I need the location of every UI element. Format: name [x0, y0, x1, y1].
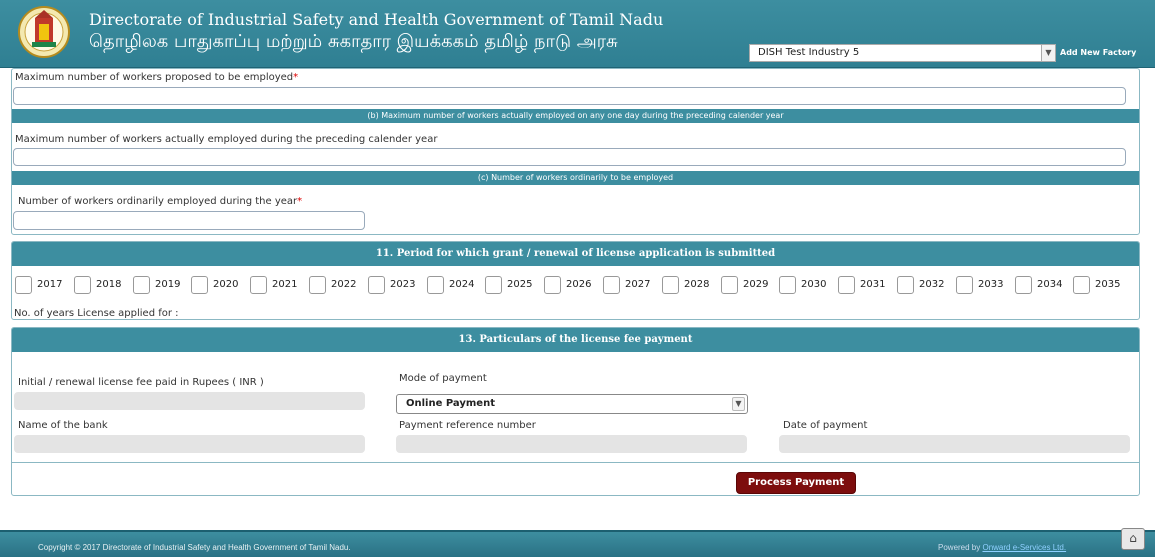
year-option-2029[interactable]: 2029 — [721, 275, 777, 295]
year-option-2033[interactable]: 2033 — [956, 275, 1012, 295]
payment-mode-select[interactable]: Online Payment ▼ — [396, 394, 748, 414]
year-option-2027[interactable]: 2027 — [603, 275, 659, 295]
year-checkbox[interactable] — [74, 276, 91, 294]
year-checkbox[interactable] — [133, 276, 150, 294]
year-checkbox[interactable] — [250, 276, 267, 294]
year-label: 2029 — [743, 279, 769, 290]
max-proposed-label: Maximum number of workers proposed to be… — [15, 72, 299, 83]
year-checkbox[interactable] — [779, 276, 796, 294]
years-applied-label: No. of years License applied for : — [14, 308, 179, 319]
factory-select[interactable]: DISH Test Industry 5 ▼ — [749, 44, 1056, 62]
year-checkbox[interactable] — [838, 276, 855, 294]
ordinary-workers-input[interactable] — [13, 211, 365, 230]
fee-input[interactable] — [14, 392, 365, 410]
copyright-text: Copyright © 2017 Directorate of Industri… — [38, 543, 351, 552]
year-option-2018[interactable]: 2018 — [74, 275, 130, 295]
year-option-2023[interactable]: 2023 — [368, 275, 424, 295]
bank-label: Name of the bank — [18, 420, 108, 431]
year-checkbox[interactable] — [956, 276, 973, 294]
footer-bar: Copyright © 2017 Directorate of Industri… — [0, 530, 1155, 557]
reference-label: Payment reference number — [399, 420, 536, 431]
year-option-2032[interactable]: 2032 — [897, 275, 953, 295]
add-new-factory-link[interactable]: Add New Factory — [1060, 48, 1136, 57]
ordinary-workers-label: Number of workers ordinarily employed du… — [18, 196, 303, 207]
year-checkbox[interactable] — [309, 276, 326, 294]
payment-panel: 13. Particulars of the license fee payme… — [11, 327, 1140, 496]
onward-link[interactable]: Onward e-Services Ltd. — [982, 543, 1066, 552]
year-option-2024[interactable]: 2024 — [427, 275, 483, 295]
date-label: Date of payment — [783, 420, 868, 431]
year-label: 2025 — [507, 279, 533, 290]
year-label: 2017 — [37, 279, 63, 290]
chevron-down-icon[interactable]: ▼ — [732, 397, 745, 411]
year-label: 2023 — [390, 279, 416, 290]
year-option-2030[interactable]: 2030 — [779, 275, 835, 295]
year-label: 2024 — [449, 279, 475, 290]
workers-panel: Maximum number of workers proposed to be… — [11, 68, 1140, 235]
max-actual-input[interactable] — [13, 148, 1126, 166]
year-label: 2034 — [1037, 279, 1063, 290]
year-option-2019[interactable]: 2019 — [133, 275, 189, 295]
year-checkbox[interactable] — [544, 276, 561, 294]
year-option-2035[interactable]: 2035 — [1073, 275, 1129, 295]
divider — [12, 462, 1139, 463]
tamil-nadu-emblem-logo — [18, 6, 70, 58]
year-checkbox[interactable] — [897, 276, 914, 294]
year-label: 2022 — [331, 279, 357, 290]
year-label: 2028 — [684, 279, 710, 290]
year-label: 2030 — [801, 279, 827, 290]
powered-by-prefix: Powered by — [938, 543, 981, 552]
date-input[interactable] — [779, 435, 1130, 453]
year-checkbox[interactable] — [15, 276, 32, 294]
header-bar: Directorate of Industrial Safety and Hea… — [0, 0, 1155, 68]
header-title-english: Directorate of Industrial Safety and Hea… — [89, 10, 664, 29]
year-option-2021[interactable]: 2021 — [250, 275, 306, 295]
fee-label: Initial / renewal license fee paid in Ru… — [18, 377, 264, 388]
year-label: 2026 — [566, 279, 592, 290]
year-label: 2021 — [272, 279, 298, 290]
year-label: 2032 — [919, 279, 945, 290]
year-checkbox[interactable] — [721, 276, 738, 294]
reference-input[interactable] — [396, 435, 747, 453]
payment-heading: 13. Particulars of the license fee payme… — [12, 328, 1139, 352]
year-label: 2019 — [155, 279, 181, 290]
year-checkbox[interactable] — [368, 276, 385, 294]
year-option-2022[interactable]: 2022 — [309, 275, 365, 295]
year-label: 2035 — [1095, 279, 1121, 290]
factory-select-value: DISH Test Industry 5 — [758, 47, 860, 58]
period-heading: 11. Period for which grant / renewal of … — [12, 242, 1139, 266]
year-option-2034[interactable]: 2034 — [1015, 275, 1071, 295]
process-payment-button[interactable]: Process Payment — [736, 472, 856, 494]
year-checkbox[interactable] — [1073, 276, 1090, 294]
year-option-2028[interactable]: 2028 — [662, 275, 718, 295]
year-option-2025[interactable]: 2025 — [485, 275, 541, 295]
year-option-2026[interactable]: 2026 — [544, 275, 600, 295]
max-actual-label: Maximum number of workers actually emplo… — [15, 134, 438, 145]
payment-mode-value: Online Payment — [406, 398, 495, 409]
subheading-c: (c) Number of workers ordinarily to be e… — [12, 171, 1139, 185]
scroll-to-top-icon[interactable]: ⌂ — [1121, 528, 1145, 550]
year-option-2031[interactable]: 2031 — [838, 275, 894, 295]
year-checkbox[interactable] — [427, 276, 444, 294]
max-proposed-input[interactable] — [13, 87, 1126, 105]
bank-input[interactable] — [14, 435, 365, 453]
year-checkbox[interactable] — [1015, 276, 1032, 294]
year-label: 2020 — [213, 279, 239, 290]
year-checkbox[interactable] — [485, 276, 502, 294]
header-title-tamil: தொழிலக பாதுகாப்பு மற்றும் சுகாதார இயக்கக… — [89, 31, 618, 52]
year-label: 2033 — [978, 279, 1004, 290]
powered-by: Powered by Onward e-Services Ltd. — [938, 543, 1066, 552]
year-checkbox[interactable] — [603, 276, 620, 294]
year-option-2017[interactable]: 2017 — [15, 275, 71, 295]
year-label: 2018 — [96, 279, 122, 290]
subheading-b: (b) Maximum number of workers actually e… — [12, 109, 1139, 123]
year-checkbox[interactable] — [662, 276, 679, 294]
year-checkbox[interactable] — [191, 276, 208, 294]
year-label: 2031 — [860, 279, 886, 290]
mode-label: Mode of payment — [399, 373, 487, 384]
chevron-down-icon[interactable]: ▼ — [1041, 45, 1055, 61]
year-option-2020[interactable]: 2020 — [191, 275, 247, 295]
year-label: 2027 — [625, 279, 651, 290]
